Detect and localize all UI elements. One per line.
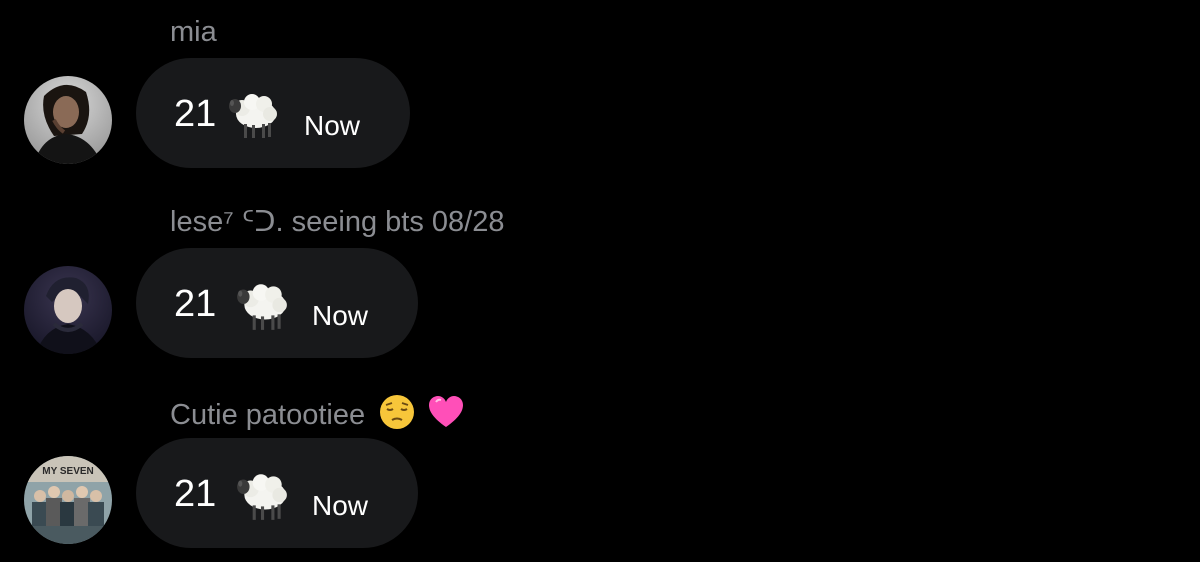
avatar-photo-woman-icon	[24, 76, 112, 164]
avatar-caption: MY SEVEN	[42, 466, 94, 477]
sheep-icon	[234, 468, 290, 527]
sheep-icon	[234, 278, 290, 337]
message-text: 21	[174, 93, 217, 135]
sender-name-text: Cutie patootiee	[170, 399, 366, 432]
message-bubble[interactable]: 21 Now	[136, 248, 418, 358]
message-timestamp: Now	[304, 110, 361, 141]
avatar[interactable]: MY SEVEN	[24, 456, 112, 544]
sender-name[interactable]: mia	[170, 14, 217, 50]
message-bubble[interactable]: 21 Now	[136, 438, 418, 548]
message-bubble[interactable]: 21 Now	[136, 58, 410, 168]
avatar-photo-group-icon: MY SEVEN	[24, 456, 112, 544]
avatar[interactable]	[24, 266, 112, 354]
message-text: 21	[174, 473, 217, 515]
sender-name[interactable]: Cutie patootiee	[170, 394, 465, 439]
message-group: Cutie patootiee MY SEVEN 21 Now	[0, 394, 1200, 554]
pensive-face-icon	[379, 394, 415, 439]
pink-heart-icon	[427, 394, 465, 439]
avatar[interactable]	[24, 76, 112, 164]
message-timestamp: Now	[312, 300, 369, 331]
sender-name[interactable]: lese⁷ ᑦᑐ. seeing bts 08/28	[170, 204, 504, 240]
avatar-photo-man-icon	[24, 266, 112, 354]
sheep-icon	[226, 88, 280, 145]
message-timestamp: Now	[312, 490, 369, 521]
message-group: mia 21 Now	[0, 14, 1200, 174]
message-text: 21	[174, 283, 217, 325]
message-thread: mia 21 Now lese⁷ ᑦᑐ. seeing bts 08/28 21…	[0, 0, 1200, 562]
message-group: lese⁷ ᑦᑐ. seeing bts 08/28 21 Now	[0, 204, 1200, 364]
